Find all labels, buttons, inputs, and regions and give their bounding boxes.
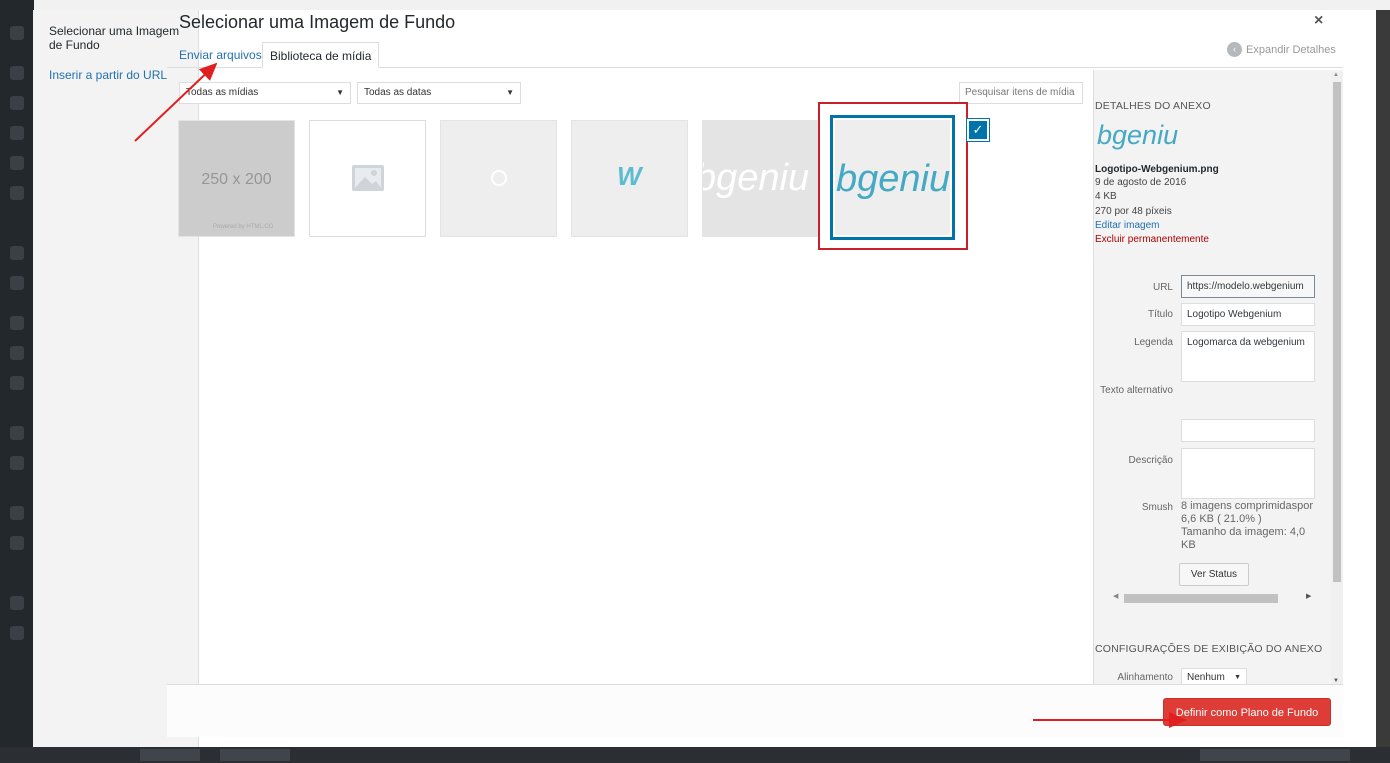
delete-permanently-link[interactable]: Excluir permanentemente <box>1095 234 1209 246</box>
admin-sidebar-backdrop <box>0 0 34 763</box>
horizontal-scrollbar[interactable]: ◀ ▶ <box>1113 593 1313 603</box>
smush-label: Smush <box>1141 502 1173 513</box>
admin-backdrop-top <box>0 0 1390 10</box>
modal-title: Selecionar uma Imagem de Fundo <box>179 12 456 32</box>
attachment-thumbnail[interactable]: W <box>571 120 688 237</box>
view-status-button[interactable]: Ver Status <box>1179 563 1249 586</box>
sidebar-scrollbar[interactable]: ▲ ▼ <box>1331 72 1343 684</box>
description-field[interactable] <box>1181 448 1315 499</box>
smush-image-size: Tamanho da imagem: 4,0 KB <box>1181 526 1306 551</box>
attachment-thumbnail[interactable]: 250 x 200 Powered by HTML.CO <box>178 120 295 237</box>
description-label: Descrição <box>1128 455 1173 466</box>
attachment-thumbnail[interactable] <box>309 120 426 237</box>
annotation-highlight-box <box>818 102 968 250</box>
placeholder-image-caption: Powered by HTML.CO <box>213 224 274 230</box>
attachment-filename: Logotipo-Webgenium.png <box>1095 164 1219 175</box>
attachment-details-heading: DETALHES DO ANEXO <box>1095 100 1211 112</box>
smush-stats: 8 imagens comprimidaspor 6,6 KB ( 21.0% … <box>1181 500 1316 552</box>
menu-item-insert-from-url[interactable]: Inserir a partir do URL <box>49 68 189 82</box>
webgenium-logo-white: bgeniu <box>702 157 810 199</box>
attachment-thumbnail[interactable]: bgeniu <box>702 120 819 237</box>
alignment-label: Alinhamento <box>1117 672 1173 683</box>
checkmark-icon[interactable]: ✓ <box>967 119 989 141</box>
media-type-filter-value: Todas as mídias <box>186 87 259 98</box>
dropdown-arrow-icon: ▼ <box>506 88 514 97</box>
title-field[interactable]: Logotipo Webgenium <box>1181 303 1315 326</box>
tab-upload-files[interactable]: Enviar arquivos <box>172 42 269 68</box>
attachment-dimensions: 270 por 48 píxeis <box>1095 206 1172 217</box>
whatsapp-icon <box>491 170 507 186</box>
attachment-date: 9 de agosto de 2016 <box>1095 177 1187 188</box>
set-background-button[interactable]: Definir como Plano de Fundo <box>1163 698 1331 726</box>
alt-text-field[interactable] <box>1181 419 1315 442</box>
smush-savings: 8 imagens comprimidaspor 6,6 KB ( 21.0% … <box>1181 500 1314 525</box>
media-search-input[interactable]: Pesquisar itens de mídia <box>959 82 1083 104</box>
attachment-thumbnail[interactable] <box>440 120 557 237</box>
webgenium-w-logo: W <box>617 161 642 191</box>
alt-text-label: Texto alternativo <box>1100 385 1173 396</box>
chevron-left-icon: ‹ <box>1227 42 1242 57</box>
placeholder-image-text: 250 x 200 <box>179 121 294 236</box>
url-label: URL <box>1152 282 1173 293</box>
close-icon[interactable]: × <box>1314 12 1323 30</box>
tab-media-library[interactable]: Biblioteca de mídia <box>262 42 380 68</box>
expand-details-label: Expandir Detalhes <box>1246 43 1336 56</box>
attachment-filesize: 4 KB <box>1095 191 1117 202</box>
display-settings-heading: CONFIGURAÇÕES DE EXIBIÇÃO DO ANEXO <box>1095 643 1323 655</box>
media-router-tabs: Enviar arquivos Biblioteca de mídia <box>167 42 1343 68</box>
url-field[interactable]: https://modelo.webgenium <box>1181 275 1315 298</box>
attachment-preview: bgeniu <box>1097 120 1179 150</box>
edit-image-link[interactable]: Editar imagem <box>1095 220 1159 232</box>
media-date-filter[interactable]: Todas as datas ▼ <box>357 82 521 104</box>
caption-field[interactable]: Logomarca da webgenium <box>1181 331 1315 382</box>
admin-bottom-backdrop <box>0 747 1390 763</box>
media-date-filter-value: Todas as datas <box>364 87 432 98</box>
modal-menu: Selecionar uma Imagem de Fundo Inserir a… <box>33 10 199 747</box>
image-icon <box>352 165 384 191</box>
expand-details-button[interactable]: ‹ Expandir Detalhes <box>1227 42 1336 57</box>
caption-label: Legenda <box>1134 337 1173 348</box>
alignment-select-value: Nenhum <box>1187 672 1225 683</box>
dropdown-arrow-icon: ▼ <box>336 88 344 97</box>
media-type-filter[interactable]: Todas as mídias ▼ <box>179 82 351 104</box>
title-label: Título <box>1147 309 1173 320</box>
